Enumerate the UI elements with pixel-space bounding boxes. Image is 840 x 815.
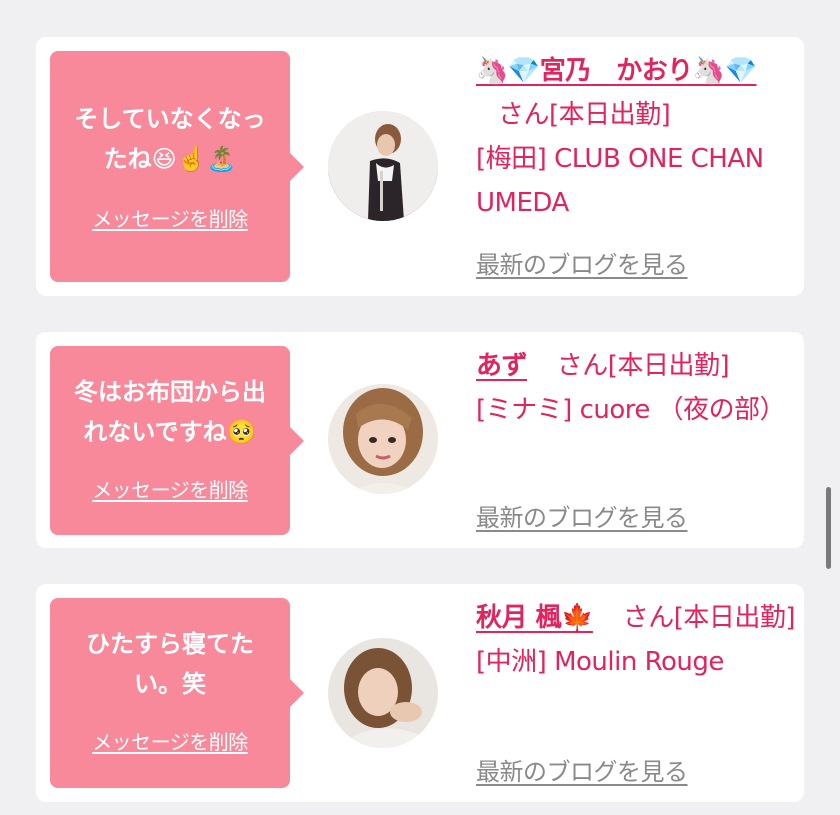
shop-name: cuore （夜の部） xyxy=(579,395,786,425)
cast-info: 🦄💎宮乃 かおり🦄💎 さん[本日出勤] [梅田] CLUB ONE CHAN U… xyxy=(476,49,796,225)
delete-message-link[interactable]: メッセージを削除 xyxy=(50,474,290,503)
message-line: ひたすら寝てた xyxy=(86,630,254,658)
delete-message-link[interactable]: メッセージを削除 xyxy=(50,726,290,755)
cast-name-link[interactable]: 秋月 楓🍁 xyxy=(476,603,593,633)
area-label: [梅田] xyxy=(476,144,547,174)
honorific: さん xyxy=(556,351,609,381)
latest-blog-link[interactable]: 最新のブログを見る xyxy=(476,498,688,533)
latest-blog-link[interactable]: 最新のブログを見る xyxy=(476,752,688,787)
cast-name-link[interactable]: あず xyxy=(476,351,528,381)
latest-blog-link[interactable]: 最新のブログを見る xyxy=(476,245,688,280)
cast-info: あず さん[本日出勤] [ミナミ] cuore （夜の部） xyxy=(476,344,796,432)
area-label: [中洲] xyxy=(476,647,547,677)
message-text: そしていなくなっ たね😆☝️🏝️ xyxy=(60,99,280,179)
attendance-status: [本日出勤] xyxy=(607,351,730,381)
avatar-figure xyxy=(328,111,438,221)
shop-name: Moulin Rouge xyxy=(554,647,724,677)
message-line: たね😆☝️🏝️ xyxy=(103,145,237,173)
cast-info: 秋月 楓🍁 さん[本日出勤] [中洲] Moulin Rouge xyxy=(476,596,806,684)
message-card: ひたすら寝てた い。笑 メッセージを削除 秋月 楓🍁 さん[本日出勤] [中洲]… xyxy=(36,584,804,802)
scrollbar-thumb[interactable] xyxy=(826,487,831,569)
delete-message-link[interactable]: メッセージを削除 xyxy=(50,203,290,232)
message-line: れないですね🥺 xyxy=(83,418,257,446)
message-text: ひたすら寝てた い。笑 xyxy=(60,624,280,704)
cast-name-link[interactable]: 🦄💎宮乃 かおり🦄💎 xyxy=(476,56,757,86)
message-line: そしていなくなっ xyxy=(74,105,266,133)
message-card: そしていなくなっ たね😆☝️🏝️ メッセージを削除 🦄💎宮乃 かおり🦄💎 さん[… xyxy=(36,37,804,296)
message-line: 冬はお布団から出 xyxy=(74,378,266,406)
message-card: 冬はお布団から出 れないですね🥺 メッセージを削除 あず さん[本日出勤] [ミ… xyxy=(36,332,804,548)
message-bubble: そしていなくなっ たね😆☝️🏝️ メッセージを削除 xyxy=(50,51,304,282)
avatar-figure xyxy=(328,638,438,748)
message-text: 冬はお布団から出 れないですね🥺 xyxy=(60,372,280,452)
avatar-photo[interactable] xyxy=(328,384,438,494)
avatar-figure xyxy=(328,384,438,494)
honorific: さん xyxy=(498,100,550,130)
attendance-status: [本日出勤] xyxy=(673,603,796,633)
attendance-status: [本日出勤] xyxy=(549,100,671,130)
honorific: さん xyxy=(622,603,675,633)
area-label: [ミナミ] xyxy=(476,395,572,425)
avatar-photo[interactable] xyxy=(328,638,438,748)
message-bubble: 冬はお布団から出 れないですね🥺 メッセージを削除 xyxy=(50,346,304,535)
avatar-photo[interactable] xyxy=(328,111,438,221)
message-bubble: ひたすら寝てた い。笑 メッセージを削除 xyxy=(50,598,304,788)
message-line: い。笑 xyxy=(134,670,206,698)
